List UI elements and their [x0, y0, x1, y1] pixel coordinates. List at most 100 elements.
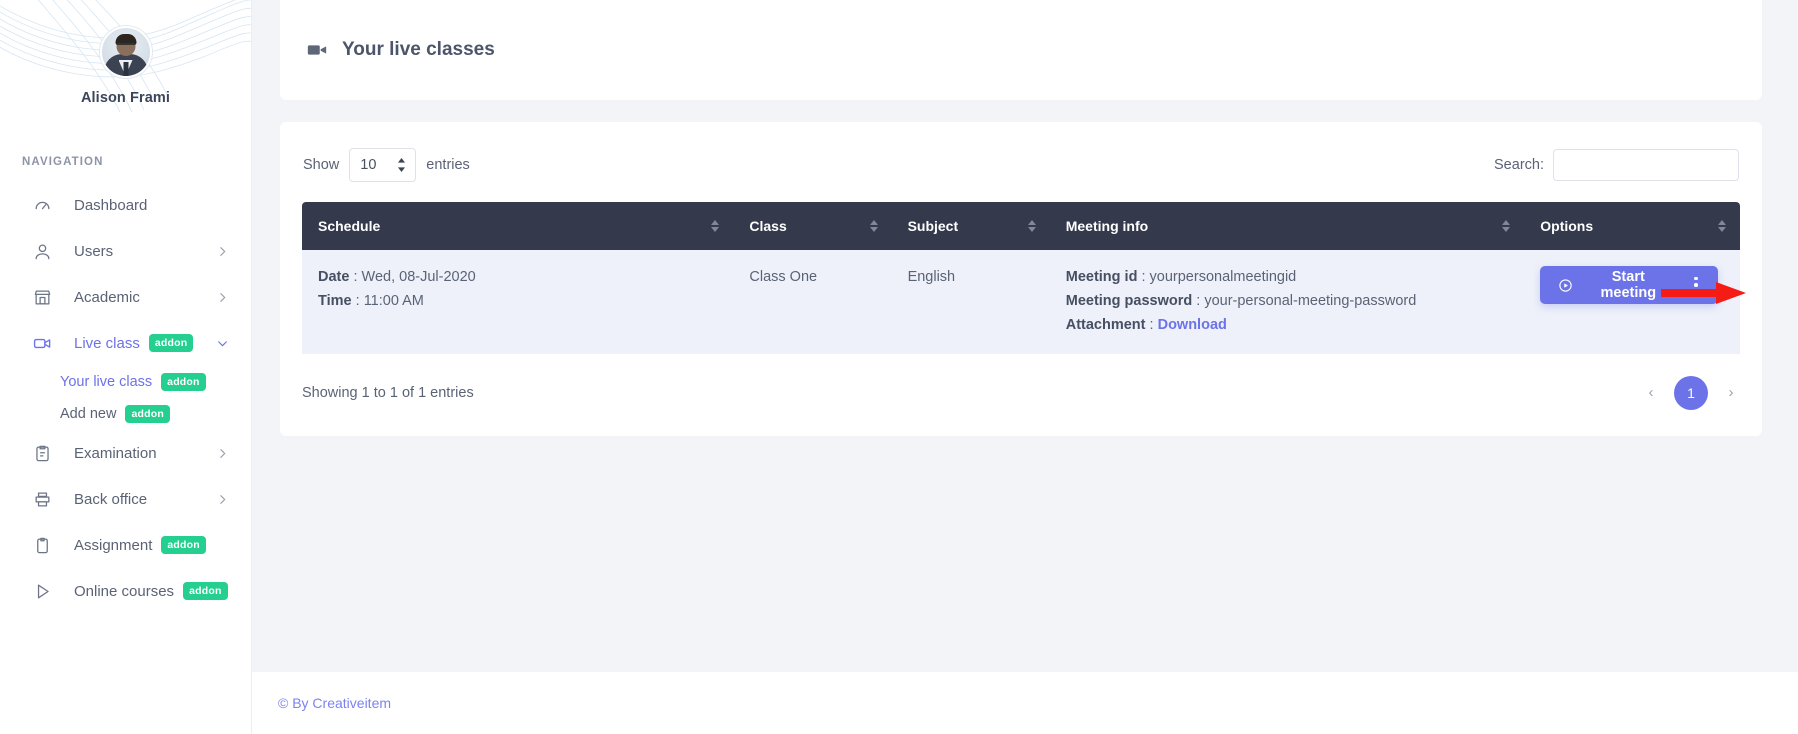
table-footer: Showing 1 to 1 of 1 entries ‹ 1 ›: [302, 375, 1740, 410]
profile-name: Alison Frami: [80, 90, 171, 106]
main-content: Your live classes Show 10 25 50 100: [252, 0, 1798, 734]
addon-badge: addon: [148, 333, 194, 353]
avatar: [99, 26, 152, 78]
table-row: Date : Wed, 08-Jul-2020 Time : 11:00 AM …: [302, 250, 1740, 354]
play-triangle-icon: [32, 581, 52, 601]
clipboard-list-icon: [32, 443, 52, 463]
table-body: Date : Wed, 08-Jul-2020 Time : 11:00 AM …: [302, 250, 1740, 354]
colon: :: [349, 269, 362, 285]
sidebar-item-assignment[interactable]: Assignment addon: [0, 522, 251, 568]
show-entries-control: Show 10 25 50 100 entries: [303, 148, 470, 182]
column-label: Meeting info: [1065, 218, 1149, 234]
profile-block: Alison Frami: [0, 0, 251, 106]
sidebar-item-back-office[interactable]: Back office: [0, 476, 251, 522]
column-header-options[interactable]: Options: [1524, 202, 1740, 250]
table-search: Search:: [1494, 149, 1739, 181]
column-header-schedule[interactable]: Schedule: [302, 202, 734, 250]
meeting-password: Meeting password : your-personal-meeting…: [1066, 290, 1509, 314]
attachment-label: Attachment: [1065, 316, 1146, 333]
cell-subject: English: [891, 250, 1050, 354]
column-label: Subject: [907, 218, 959, 234]
sidebar-item-live-class[interactable]: Live class addon: [0, 320, 251, 366]
sidebar-item-label: Back office: [74, 490, 148, 508]
show-label: Show: [303, 157, 340, 173]
user-icon: [32, 241, 52, 261]
colon: :: [351, 292, 364, 309]
sidebar-subitem-your-live-class[interactable]: Your live class addon: [0, 366, 251, 398]
sort-icon[interactable]: [869, 220, 878, 232]
column-header-subject[interactable]: Subject: [891, 202, 1050, 250]
sidebar-subitem-label: Add new: [60, 406, 117, 422]
page-title: Your live classes: [342, 39, 495, 60]
sidebar-item-label: Dashboard: [74, 196, 148, 214]
colon: :: [1145, 316, 1158, 333]
sidebar-item-label: Online courses: [74, 582, 175, 600]
sort-icon[interactable]: [1718, 220, 1726, 232]
sidebar-subitem-add-new[interactable]: Add new addon: [0, 398, 251, 430]
meeting-password-value: your-personal-meeting-password: [1204, 292, 1417, 309]
pagination: ‹ 1 ›: [1642, 375, 1740, 410]
cell-options: Start meeting: [1524, 250, 1740, 354]
chevron-right-icon: [216, 447, 229, 460]
cell-class: Class One: [733, 250, 892, 354]
start-meeting-button[interactable]: Start meeting: [1540, 266, 1718, 304]
play-circle-icon: [1558, 278, 1573, 293]
addon-badge: addon: [125, 404, 170, 424]
clipboard-icon: [32, 535, 52, 555]
schedule-date: Date : Wed, 08-Jul-2020: [318, 266, 717, 290]
date-label: Date: [318, 269, 350, 285]
sidebar-item-online-courses[interactable]: Online courses addon: [0, 568, 251, 614]
live-classes-table: Schedule Class Subject Meeting info Opti…: [302, 202, 1740, 354]
time-label: Time: [318, 292, 352, 309]
sort-icon[interactable]: [1027, 220, 1036, 232]
sidebar-item-label: Examination: [74, 444, 157, 462]
sidebar-item-label: Assignment: [74, 536, 153, 554]
page-size-select-wrap: 10 25 50 100: [349, 148, 417, 182]
time-value: 11:00 AM: [363, 292, 424, 309]
meeting-attachment: Attachment : Download: [1066, 314, 1509, 338]
nav-section-title: NAVIGATION: [22, 156, 104, 168]
video-camera-icon: [32, 333, 52, 353]
download-link[interactable]: Download: [1158, 317, 1227, 333]
colon: :: [1192, 292, 1205, 309]
sidebar-nav: Dashboard Users Academic Live class addo…: [0, 182, 251, 614]
addon-badge: addon: [161, 535, 206, 555]
kebab-menu-icon[interactable]: [1674, 276, 1718, 294]
table-head: Schedule Class Subject Meeting info Opti…: [302, 202, 1740, 250]
footer-copyright: © By Creativeitem: [278, 695, 392, 711]
chevron-right-icon: [216, 291, 229, 304]
colon: :: [1137, 269, 1150, 285]
meeting-id-value: yourpersonalmeetingid: [1149, 269, 1297, 285]
search-label: Search:: [1494, 157, 1544, 173]
column-label: Options: [1540, 218, 1594, 234]
meeting-id-label: Meeting id: [1065, 269, 1138, 285]
sidebar-subitem-label: Your live class: [60, 374, 153, 390]
video-camera-icon: [306, 39, 328, 61]
sidebar-item-academic[interactable]: Academic: [0, 274, 251, 320]
sidebar-item-label: Users: [74, 242, 114, 260]
search-input[interactable]: [1553, 149, 1739, 181]
addon-badge: addon: [183, 581, 228, 601]
column-header-class[interactable]: Class: [733, 202, 892, 250]
store-icon: [32, 287, 52, 307]
sort-icon[interactable]: [1502, 220, 1511, 232]
column-label: Class: [749, 218, 787, 234]
meeting-password-label: Meeting password: [1065, 292, 1193, 309]
pagination-page-1[interactable]: 1: [1674, 375, 1708, 410]
app-root: Alison Frami NAVIGATION Dashboard Users …: [0, 0, 1798, 734]
addon-badge: addon: [161, 372, 206, 392]
sidebar-item-users[interactable]: Users: [0, 228, 251, 274]
pagination-next[interactable]: ›: [1722, 384, 1740, 401]
sort-icon[interactable]: [711, 220, 720, 232]
entries-label: entries: [426, 157, 470, 173]
pagination-prev[interactable]: ‹: [1642, 384, 1660, 401]
sidebar-item-examination[interactable]: Examination: [0, 430, 251, 476]
table-toolbar: Show 10 25 50 100 entries: [302, 148, 1740, 182]
sidebar-item-label: Live class: [74, 334, 140, 352]
schedule-time: Time : 11:00 AM: [318, 290, 717, 314]
sidebar-item-dashboard[interactable]: Dashboard: [0, 182, 251, 228]
column-header-meeting-info[interactable]: Meeting info: [1049, 202, 1525, 250]
speedometer-icon: [32, 195, 52, 215]
page-size-select[interactable]: 10 25 50 100: [349, 148, 417, 182]
date-value: Wed, 08-Jul-2020: [361, 269, 476, 285]
